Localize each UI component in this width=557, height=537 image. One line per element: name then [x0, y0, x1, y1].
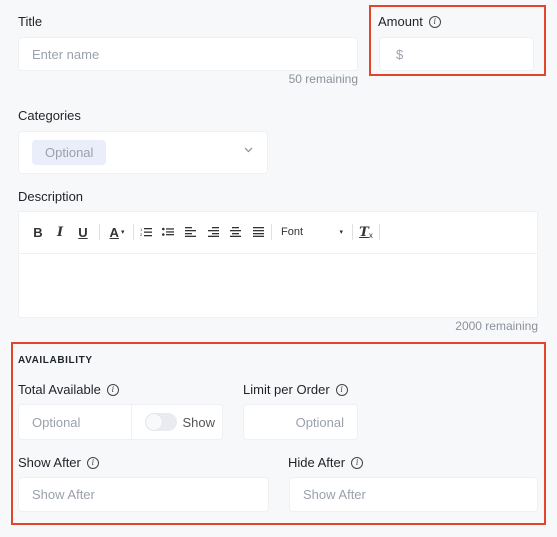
show-toggle-group: Show	[132, 413, 222, 431]
editor-content-area[interactable]	[19, 255, 537, 317]
category-tag[interactable]: Optional	[32, 140, 107, 165]
total-available-input[interactable]: Optional	[19, 405, 132, 439]
align-right-button[interactable]	[204, 212, 222, 252]
editor-toolbar: B I U A ▾ 12 Font ▾ T x	[19, 212, 537, 254]
align-center-icon	[229, 227, 241, 237]
show-toggle-label: Show	[182, 414, 215, 430]
total-available-label: Total Available i	[18, 382, 119, 397]
total-available-label-text: Total Available	[18, 382, 101, 397]
align-center-button[interactable]	[226, 212, 244, 252]
align-right-icon	[207, 227, 219, 237]
font-select-value: Font	[281, 226, 304, 238]
chevron-down-icon[interactable]	[244, 145, 253, 156]
show-after-label: Show After i	[18, 455, 99, 470]
description-editor: B I U A ▾ 12 Font ▾ T x	[18, 211, 538, 318]
toolbar-divider	[271, 224, 272, 240]
bold-button[interactable]: B	[29, 212, 47, 252]
align-left-button[interactable]	[181, 212, 199, 252]
title-placeholder: Enter name	[32, 46, 100, 62]
show-after-input[interactable]: Show After	[18, 477, 269, 512]
justify-button[interactable]	[249, 212, 267, 252]
categories-select[interactable]: Optional	[18, 131, 268, 174]
title-label: Title	[18, 14, 42, 29]
currency-prefix: $	[396, 46, 404, 62]
caret-down-icon: ▾	[120, 229, 125, 236]
hide-after-placeholder: Show After	[303, 487, 366, 502]
clear-x-icon: x	[368, 230, 373, 240]
clear-format-icon: T	[359, 224, 369, 240]
toolbar-divider	[352, 224, 353, 240]
info-icon[interactable]: i	[86, 456, 99, 469]
hide-after-label-text: Hide After	[288, 455, 346, 470]
info-icon[interactable]: i	[106, 383, 119, 396]
amount-label-text: Amount	[378, 14, 423, 29]
toolbar-divider	[379, 224, 380, 240]
amount-label: Amount i	[378, 14, 441, 29]
description-label: Description	[18, 189, 83, 204]
toolbar-divider	[99, 224, 100, 240]
align-left-icon	[184, 227, 196, 237]
clear-format-button[interactable]: Tx	[357, 212, 375, 252]
caret-down-icon: ▾	[339, 229, 343, 236]
amount-input[interactable]: $	[379, 37, 534, 71]
hide-after-label: Hide After i	[288, 455, 364, 470]
title-remaining: 50 remaining	[288, 72, 358, 86]
info-icon[interactable]: i	[428, 15, 441, 28]
show-after-label-text: Show After	[18, 455, 81, 470]
total-available-placeholder: Optional	[32, 414, 81, 430]
info-icon[interactable]: i	[335, 383, 348, 396]
ordered-list-button[interactable]: 12	[137, 212, 155, 252]
underline-button[interactable]: U	[74, 212, 92, 252]
ordered-list-icon: 12	[140, 227, 152, 237]
title-label-text: Title	[18, 14, 43, 29]
bullet-list-icon	[162, 227, 174, 236]
limit-per-order-label: Limit per Order i	[243, 382, 348, 397]
font-select[interactable]: Font ▾	[277, 212, 347, 252]
font-color-icon: A	[109, 224, 119, 240]
show-after-placeholder: Show After	[32, 487, 95, 502]
show-toggle[interactable]	[145, 413, 177, 431]
limit-per-order-label-text: Limit per Order	[243, 382, 330, 397]
title-input[interactable]: Enter name	[18, 37, 358, 71]
limit-per-order-input[interactable]: Optional	[243, 404, 358, 440]
categories-label: Categories	[18, 108, 81, 123]
bullet-list-button[interactable]	[159, 212, 177, 252]
availability-title: AVAILABILITY	[18, 355, 93, 366]
total-available-group: Optional Show	[18, 404, 223, 440]
categories-label-text: Categories	[18, 108, 81, 123]
description-remaining: 2000 remaining	[455, 319, 538, 333]
italic-button[interactable]: I	[51, 212, 69, 252]
toolbar-divider	[133, 224, 134, 240]
limit-per-order-placeholder: Optional	[295, 414, 344, 430]
description-label-text: Description	[18, 189, 84, 204]
justify-icon	[252, 227, 264, 237]
info-icon[interactable]: i	[351, 456, 364, 469]
svg-text:2: 2	[140, 232, 143, 237]
hide-after-input[interactable]: Show After	[289, 477, 538, 512]
font-color-button[interactable]: A ▾	[104, 212, 130, 252]
